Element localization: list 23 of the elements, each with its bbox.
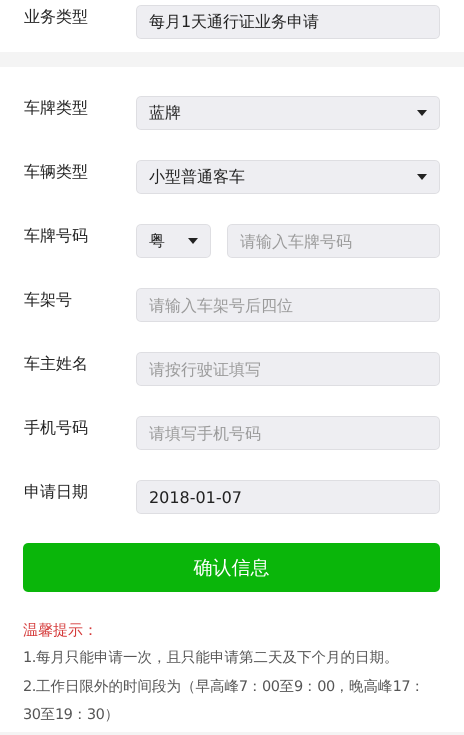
field-label: 车牌类型: [24, 98, 89, 118]
select-field[interactable]: 蓝牌: [136, 96, 440, 130]
caret-icon: [417, 110, 427, 116]
input-field[interactable]: 请输入车架号后四位: [136, 288, 440, 322]
field-label: 车主姓名: [24, 354, 89, 374]
field-label: 申请日期: [24, 482, 89, 502]
input-field[interactable]: 请输入车牌号码: [227, 224, 440, 258]
notes-title: 温馨提示：: [23, 620, 99, 641]
field-label: 车辆类型: [24, 162, 89, 182]
input-field[interactable]: 请填写手机号码: [136, 416, 440, 450]
province-select[interactable]: 粤: [136, 224, 211, 258]
note-text: 2.工作日限外的时间段为（早高峰7：00至9：00，晚高峰17：30至19：30）: [23, 678, 426, 725]
field-label: 业务类型: [24, 6, 89, 28]
select-field[interactable]: 小型普通客车: [136, 160, 440, 194]
input-field[interactable]: 请按行驶证填写: [136, 352, 440, 386]
caret-icon: [188, 238, 198, 244]
business-type-field: 每月1天通行证业务申请: [136, 5, 440, 39]
field-label: 车架号: [24, 290, 73, 310]
field-label: 车牌号码: [24, 226, 89, 246]
date-field[interactable]: 2018-01-07: [136, 480, 440, 514]
field-label: 手机号码: [24, 418, 89, 438]
note-text: 1.每月只能申请一次，且只能申请第二天及下个月的日期。: [23, 649, 400, 668]
caret-icon: [417, 174, 427, 180]
